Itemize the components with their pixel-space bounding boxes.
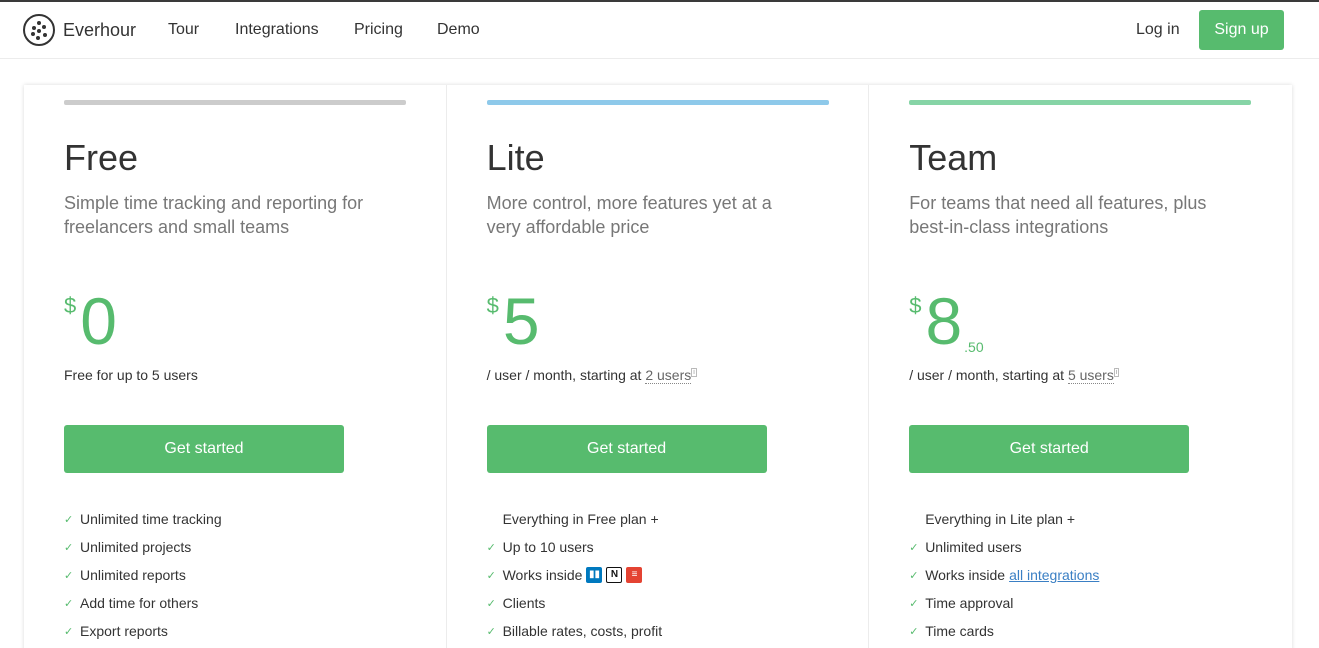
brand-logo[interactable]: Everhour	[23, 14, 136, 46]
feature-list: Everything in Free plan + ✓ Up to 10 user…	[487, 505, 663, 645]
price-note-text: / user / month, starting at	[909, 367, 1065, 383]
signup-button[interactable]: Sign up	[1199, 10, 1284, 50]
price-cents: .50	[964, 339, 984, 355]
list-item: ✓ Unlimited users	[909, 539, 1022, 555]
min-users-link[interactable]: 2 users	[645, 367, 692, 384]
feature-list: ✓ Unlimited time tracking ✓ Unlimited proj…	[64, 505, 222, 645]
brand-name: Everhour	[63, 19, 137, 40]
pricing-cards: Free Simple time tracking and reporting …	[24, 85, 1292, 648]
price-note: Free for up to 5 users	[64, 367, 198, 383]
check-icon: ✓	[486, 541, 496, 554]
check-icon: ✓	[486, 597, 496, 610]
info-icon[interactable]: i	[1113, 368, 1120, 378]
login-link[interactable]: Log in	[1136, 21, 1180, 39]
check-icon: ✓	[64, 541, 74, 554]
plan-card-team: Team For teams that need all features, p…	[869, 85, 1292, 648]
price-amount: 5	[502, 284, 540, 358]
todoist-icon: ≡	[626, 567, 643, 583]
info-icon[interactable]: i	[691, 368, 697, 378]
list-item: ✓ Clients	[486, 595, 546, 611]
check-icon: ✓	[909, 597, 919, 610]
features-intro: Everything in Free plan +	[502, 511, 659, 527]
check-icon: ✓	[64, 625, 74, 638]
nav-link-integrations[interactable]: Integrations	[235, 21, 319, 39]
trello-icon: ▮▮	[586, 567, 603, 583]
notion-icon: N	[606, 567, 623, 583]
plan-description: For teams that need all features, plus b…	[909, 193, 1207, 237]
check-icon: ✓	[909, 625, 919, 638]
get-started-button-free[interactable]: Get started	[64, 425, 344, 473]
plan-accent-bar	[64, 100, 406, 105]
feature-list: Everything in Lite plan + ✓ Unlimited use…	[909, 505, 1099, 645]
currency-symbol: $	[909, 293, 922, 318]
list-item: ✓ Works inside all integrations	[909, 567, 1100, 583]
list-item: ✓ Export reports	[64, 623, 168, 639]
list-item: ✓ Unlimited time tracking	[64, 511, 222, 527]
plan-price: $ 0	[64, 285, 117, 357]
all-integrations-link[interactable]: all integrations	[1009, 567, 1099, 583]
list-item: ✓ Time approval	[909, 595, 1014, 611]
plan-description: More control, more features yet at a ver…	[486, 193, 772, 237]
list-item: ✓ Unlimited reports	[64, 567, 186, 583]
top-navigation: Everhour Tour Integrations Pricing Demo …	[0, 2, 1319, 59]
list-item: ✓ Unlimited projects	[64, 539, 192, 555]
check-icon: ✓	[909, 541, 919, 554]
check-icon: ✓	[64, 597, 74, 610]
get-started-button-lite[interactable]: Get started	[486, 425, 767, 473]
everhour-logo-icon	[23, 14, 55, 46]
plan-accent-bar	[486, 100, 829, 105]
list-item: ✓ Add time for others	[64, 595, 199, 611]
price-note: / user / month, starting at 2 users i	[486, 367, 697, 384]
list-item: ✓ Works inside ▮▮ N ≡	[487, 561, 663, 589]
currency-symbol: $	[486, 293, 499, 318]
currency-symbol: $	[64, 293, 77, 318]
plan-price: $ 5	[487, 285, 540, 357]
plan-card-lite: Lite More control, more features yet at …	[447, 85, 870, 648]
list-item: ✓ Billable rates, costs, profit	[486, 623, 663, 639]
plan-name: Team	[909, 137, 998, 178]
price-amount: 0	[80, 284, 117, 358]
check-icon: ✓	[64, 569, 74, 582]
check-icon: ✓	[64, 513, 74, 526]
get-started-button-team[interactable]: Get started	[909, 425, 1190, 473]
plan-accent-bar	[909, 100, 1252, 105]
nav-link-pricing[interactable]: Pricing	[354, 21, 403, 39]
min-users-link[interactable]: 5 users	[1067, 367, 1114, 384]
plan-description: Simple time tracking and reporting for f…	[64, 193, 364, 237]
check-icon: ✓	[486, 569, 496, 582]
plan-price: $ 8 .50	[909, 285, 983, 357]
list-item: ✓ Up to 10 users	[486, 539, 594, 555]
price-amount: 8	[925, 284, 963, 358]
plan-card-free: Free Simple time tracking and reporting …	[24, 85, 447, 648]
price-note: / user / month, starting at 5 users i	[909, 367, 1120, 384]
plan-name: Lite	[486, 137, 545, 178]
nav-link-demo[interactable]: Demo	[437, 21, 480, 39]
list-item: ✓ Time cards	[909, 623, 994, 639]
check-icon: ✓	[486, 625, 496, 638]
features-intro: Everything in Lite plan +	[925, 511, 1076, 527]
check-icon: ✓	[909, 569, 919, 582]
price-note-text: / user / month, starting at	[486, 367, 642, 383]
price-note-text: Free for up to 5 users	[64, 367, 198, 383]
plan-name: Free	[64, 137, 139, 178]
nav-link-tour[interactable]: Tour	[168, 21, 199, 39]
